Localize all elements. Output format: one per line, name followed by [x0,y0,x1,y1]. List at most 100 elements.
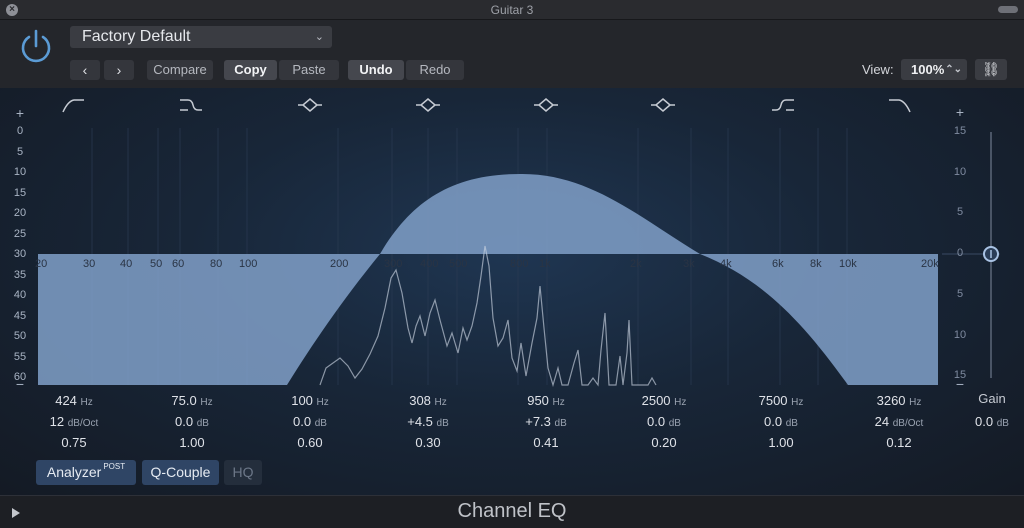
band-5-params: 950 Hz +7.3 dB 0.41 [501,393,591,456]
zoom-out-left-button[interactable]: − [10,376,30,392]
frequency-label: 10k [839,258,857,270]
low-cut-icon[interactable] [60,95,86,115]
frequency-label: 3k [683,258,695,270]
title-bar: × Guitar 3 [0,0,1024,20]
spectrum-analyzer [319,245,657,388]
frequency-label: 60 [172,258,185,270]
bell-icon[interactable] [650,95,676,115]
low-shelf-icon[interactable] [178,95,204,115]
band-1-params: 424 Hz 12 dB/Oct 0.75 [29,393,119,456]
band-q[interactable]: 0.20 [619,435,709,456]
band-gain-slope[interactable]: 24 dB/Oct [854,414,944,435]
zoom-in-left-button[interactable]: + [10,105,30,121]
band-q[interactable]: 0.30 [383,435,473,456]
band-7-params: 7500 Hz 0.0 dB 1.00 [736,393,826,456]
previous-preset-button[interactable]: ‹ [70,60,100,80]
bell-icon[interactable] [415,95,441,115]
high-shelf-icon[interactable] [770,95,796,115]
band-gain-slope[interactable]: 0.0 dB [147,414,237,435]
band-gain-slope[interactable]: +4.5 dB [383,414,473,435]
band-q[interactable]: 0.12 [854,435,944,456]
compare-button[interactable]: Compare [147,60,213,80]
db-scale-label: 50 [13,330,27,342]
band-q[interactable]: 1.00 [147,435,237,456]
eq-graph[interactable] [0,88,1024,388]
band-gain-slope[interactable]: 0.0 dB [619,414,709,435]
band-frequency[interactable]: 75.0 Hz [147,393,237,414]
eq-curve[interactable] [38,173,938,385]
db-scale-label: 25 [13,227,27,240]
band-gain-slope[interactable]: 0.0 dB [265,414,355,435]
plugin-header: Factory Default ⌄ ‹ › Compare Copy Paste… [0,20,1024,88]
bell-icon[interactable] [297,95,323,115]
gain-scale-label: 10 [953,165,967,178]
window-title: Guitar 3 [490,3,534,17]
copy-button[interactable]: Copy [224,60,277,80]
frequency-label: 100 [239,258,258,270]
link-icon[interactable]: ⛓ [975,59,1007,80]
band-q[interactable]: 0.41 [501,435,591,456]
db-scale-label: 5 [16,145,24,158]
band-q[interactable]: 1.00 [736,435,826,456]
zoom-out-right-button[interactable]: − [952,376,968,392]
band-gain-slope[interactable]: 0.0 dB [736,414,826,435]
band-frequency[interactable]: 950 Hz [501,393,591,414]
frequency-label: 8k [810,258,822,270]
band-frequency[interactable]: 100 Hz [265,393,355,414]
next-preset-button[interactable]: › [104,60,134,80]
preset-dropdown[interactable]: Factory Default ⌄ [70,26,332,48]
db-scale-label: 15 [13,186,27,199]
band-frequency[interactable]: 3260 Hz [854,393,944,414]
band-gain-slope[interactable]: +7.3 dB [501,414,591,435]
hq-button[interactable]: HQ [224,460,262,485]
window-options-button[interactable] [998,6,1018,13]
frequency-label: 6k [772,258,784,270]
band-2-params: 75.0 Hz 0.0 dB 1.00 [147,393,237,456]
plugin-name: Channel EQ [457,500,567,522]
undo-button[interactable]: Undo [348,60,404,80]
band-frequency[interactable]: 424 Hz [29,393,119,414]
frequency-label: 2k [630,258,642,270]
band-8-params: 3260 Hz 24 dB/Oct 0.12 [854,393,944,456]
gain-scale-label: 10 [953,328,967,341]
q-couple-button[interactable]: Q-Couple [142,460,219,485]
db-scale-label: 40 [13,289,27,301]
frequency-label: 1k [539,258,551,270]
db-scale-label: 0 [16,125,24,137]
db-scale-label: 35 [13,268,27,281]
analyzer-button[interactable]: Analyzer POST [36,460,136,485]
frequency-label: 20 [35,258,48,270]
view-zoom-value: 100% [911,62,945,77]
chevron-down-icon: ⌄ [314,31,324,43]
gain-scale-label: 5 [956,287,964,300]
band-frequency[interactable]: 2500 Hz [619,393,709,414]
high-cut-icon[interactable] [887,95,913,115]
gain-readout: Gain 0.0 dB [968,391,1016,429]
frequency-label: 300 [384,258,403,270]
db-scale-label: 45 [13,309,27,322]
frequency-label: 800 [510,258,529,270]
gain-scale-label: 5 [956,206,964,219]
redo-button[interactable]: Redo [406,60,464,80]
band-q[interactable]: 0.60 [265,435,355,456]
band-6-params: 2500 Hz 0.0 dB 0.20 [619,393,709,456]
band-frequency[interactable]: 308 Hz [383,393,473,414]
band-q[interactable]: 0.75 [29,435,119,456]
gain-value[interactable]: 0.0 dB [968,414,1016,429]
zoom-in-right-button[interactable]: + [952,104,968,120]
band-gain-slope[interactable]: 12 dB/Oct [29,414,119,435]
gain-label: Gain [978,391,1006,406]
view-zoom-select[interactable]: 100% ⌃⌄ [901,59,967,80]
frequency-label: 30 [83,258,96,270]
db-scale-label: 20 [13,207,27,219]
eq-display: + 0 5 10 15 20 25 30 35 40 45 50 55 60 − + 15 10 5 0 5 10… [0,88,1024,495]
paste-button[interactable]: Paste [279,60,339,80]
frequency-label: 400 [420,258,439,270]
stepper-arrows-icon: ⌃⌄ [945,64,962,75]
bell-icon[interactable] [533,95,559,115]
gain-scale-label: 15 [953,125,967,137]
frequency-label: 500 [449,258,468,270]
power-icon[interactable] [16,27,56,67]
band-frequency[interactable]: 7500 Hz [736,393,826,414]
gain-scale-label: 0 [956,247,964,260]
